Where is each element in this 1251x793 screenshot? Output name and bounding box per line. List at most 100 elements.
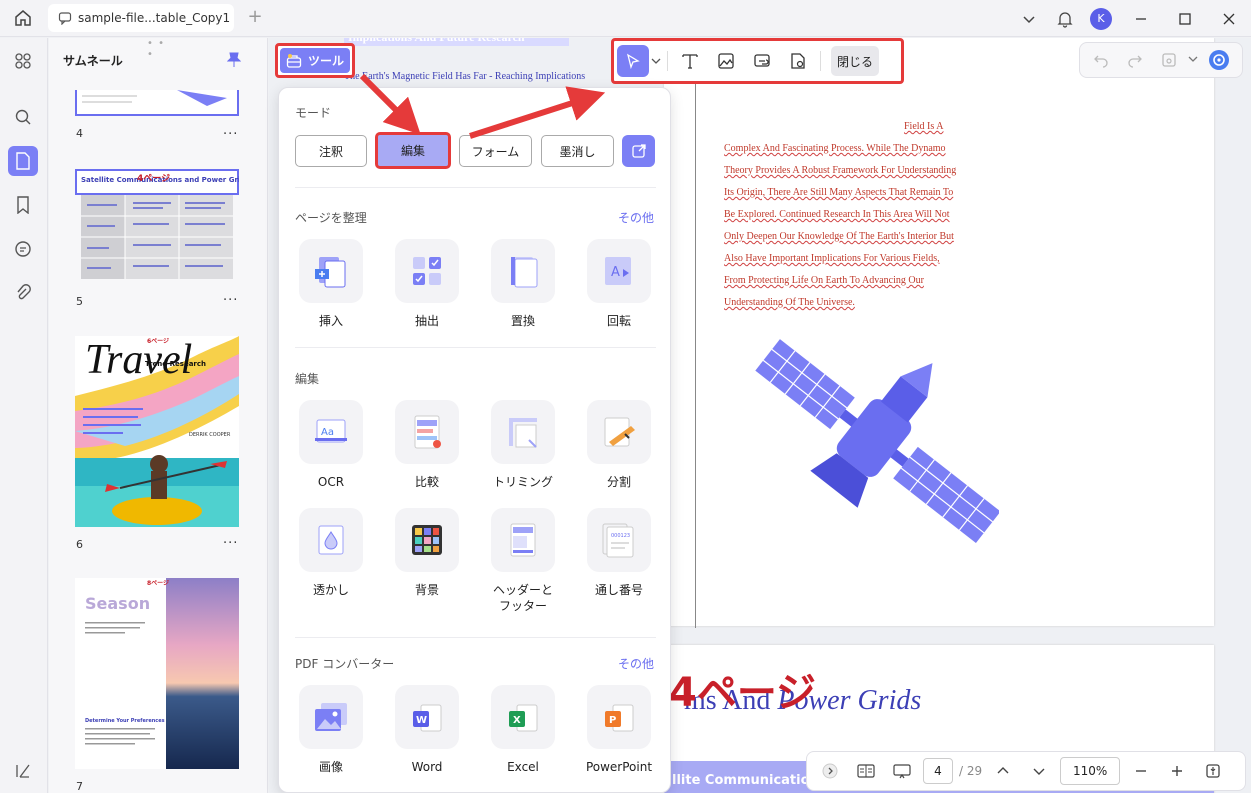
bell-icon[interactable] — [1047, 4, 1083, 34]
tool-label: Word — [411, 760, 443, 774]
tool-label: PowerPoint — [585, 760, 653, 774]
undo-icon[interactable] — [1086, 45, 1116, 75]
banner-text: llite Communications — [672, 773, 827, 788]
text-line: Be Explored. Continued Research In This … — [724, 209, 950, 220]
search-icon[interactable] — [8, 102, 38, 132]
fit-page-icon[interactable] — [1198, 756, 1228, 786]
page-number: 5 — [76, 295, 83, 308]
tools-panel: モード 注釈 編集 フォーム 墨消し ページを整理 その他 挿入 抽出 置換 A… — [278, 87, 671, 793]
organize-section-title: ページを整理 — [295, 211, 367, 225]
divider — [295, 637, 656, 638]
user-avatar[interactable]: K — [1083, 4, 1119, 34]
text-line: Theory Provides A Robust Framework For U… — [724, 165, 957, 176]
attachment-icon[interactable] — [8, 278, 38, 308]
tools-button[interactable]: ツール — [275, 43, 355, 78]
grid-icon[interactable] — [8, 46, 38, 76]
mode-annotate-button[interactable]: 注釈 — [295, 135, 367, 167]
text-line: Only Deepen Our Knowledge Of The Earth's… — [724, 231, 954, 242]
page-thumbnail-6[interactable]: Travel Trend Research 6ページ DERRIK COOPER — [75, 336, 239, 527]
crop-icon — [491, 400, 555, 464]
tool-label: トリミング — [492, 475, 553, 489]
pin-icon[interactable] — [226, 52, 242, 71]
crop-tool[interactable]: トリミング — [487, 400, 559, 490]
ocr-tool[interactable]: Aa OCR — [295, 400, 367, 490]
watermark-tool[interactable]: 透かし — [295, 508, 367, 598]
close-edit-button[interactable]: 閉じる — [831, 46, 879, 76]
save-icon[interactable] — [1154, 45, 1184, 75]
text-tool-icon[interactable] — [672, 45, 708, 77]
bates-numbering-tool[interactable]: 000123 通し番号 — [583, 508, 655, 598]
page-thumbnail-icon[interactable] — [8, 146, 38, 176]
external-link-icon[interactable] — [622, 135, 655, 167]
mode-edit-button[interactable]: 編集 — [375, 132, 451, 169]
convert-image-tool[interactable]: 画像 — [295, 685, 367, 775]
select-cursor-icon[interactable] — [617, 45, 649, 77]
word-icon: W — [395, 685, 459, 749]
split-icon — [587, 400, 651, 464]
panel-grip[interactable]: • • • — [147, 38, 167, 60]
history-toolbar — [1079, 42, 1243, 78]
split-tool[interactable]: 分割 — [583, 400, 655, 490]
close-window-button[interactable] — [1207, 4, 1251, 34]
more-icon[interactable]: ··· — [223, 536, 238, 551]
sidebar-toggle-icon[interactable] — [8, 756, 38, 786]
maximize-button[interactable] — [1163, 4, 1207, 34]
replace-tool[interactable]: 置換 — [487, 239, 559, 329]
zoom-level[interactable]: 110% — [1060, 757, 1121, 785]
next-page-icon[interactable] — [1024, 756, 1054, 786]
expand-arrow-icon[interactable] — [815, 756, 845, 786]
left-rail — [0, 38, 48, 793]
more-icon[interactable]: ··· — [223, 127, 238, 142]
chevron-down-icon[interactable] — [1011, 4, 1047, 34]
page-rule — [695, 68, 696, 628]
compare-tool[interactable]: 比較 — [391, 400, 463, 490]
document-page: Field Is A Complex And Fascinating Proce… — [664, 38, 1214, 628]
minimize-button[interactable] — [1119, 4, 1163, 34]
compare-icon — [395, 400, 459, 464]
insert-tool[interactable]: 挿入 — [295, 239, 367, 329]
rotate-tool[interactable]: A 回転 — [583, 239, 655, 329]
image-tool-icon[interactable] — [708, 45, 744, 77]
chevron-down-icon[interactable] — [1188, 53, 1200, 67]
current-page-input[interactable]: 4 — [923, 758, 953, 784]
link-tool-icon[interactable] — [744, 45, 780, 77]
comment-list-icon[interactable] — [8, 234, 38, 264]
thumb-stamp: 6ページ — [147, 338, 170, 345]
presentation-icon[interactable] — [887, 756, 917, 786]
tool-label: 分割 — [606, 475, 631, 489]
page-thumbnail-5[interactable]: Satellite Communications and Power Grids… — [75, 169, 239, 279]
doc-line: The Earth's Magnetic Field Has Far - Rea… — [344, 71, 586, 82]
svg-text:W: W — [416, 715, 427, 726]
mode-form-button[interactable]: フォーム — [459, 135, 532, 167]
more-icon[interactable]: ··· — [223, 293, 238, 308]
insert-icon — [299, 239, 363, 303]
chevron-down-icon[interactable] — [649, 56, 663, 66]
text-line: From Protecting Life On Earth To Advanci… — [724, 275, 924, 286]
new-tab-button[interactable]: + — [245, 8, 265, 28]
watermark-tool-icon[interactable] — [780, 45, 816, 77]
page-layout-icon[interactable] — [851, 756, 881, 786]
convert-more-link[interactable]: その他 — [618, 655, 654, 672]
page-stamp: 4ページ — [669, 670, 817, 716]
page-thumbnail-4[interactable] — [75, 90, 239, 116]
zoom-out-icon[interactable] — [1126, 756, 1156, 786]
extract-tool[interactable]: 抽出 — [391, 239, 463, 329]
ai-assistant-icon[interactable] — [1204, 45, 1234, 75]
convert-word-tool[interactable]: W Word — [391, 685, 463, 775]
background-tool[interactable]: 背景 — [391, 508, 463, 598]
previous-page-icon[interactable] — [988, 756, 1018, 786]
convert-powerpoint-tool[interactable]: P PowerPoint — [583, 685, 655, 775]
document-tab[interactable]: sample-file...table_Copy1 — [48, 4, 234, 32]
mode-redact-button[interactable]: 墨消し — [541, 135, 614, 167]
page-number: 7 — [76, 780, 83, 793]
organize-more-link[interactable]: その他 — [618, 209, 654, 226]
bookmark-icon[interactable] — [8, 190, 38, 220]
tool-label: 置換 — [510, 314, 535, 328]
background-icon — [395, 508, 459, 572]
header-footer-tool[interactable]: ヘッダーと フッター — [487, 508, 559, 614]
convert-excel-tool[interactable]: X Excel — [487, 685, 559, 775]
zoom-in-icon[interactable] — [1162, 756, 1192, 786]
home-icon[interactable] — [10, 7, 36, 29]
page-thumbnail-7[interactable]: Season 8ページ Determine Your Preferences — [75, 578, 239, 769]
redo-icon[interactable] — [1120, 45, 1150, 75]
